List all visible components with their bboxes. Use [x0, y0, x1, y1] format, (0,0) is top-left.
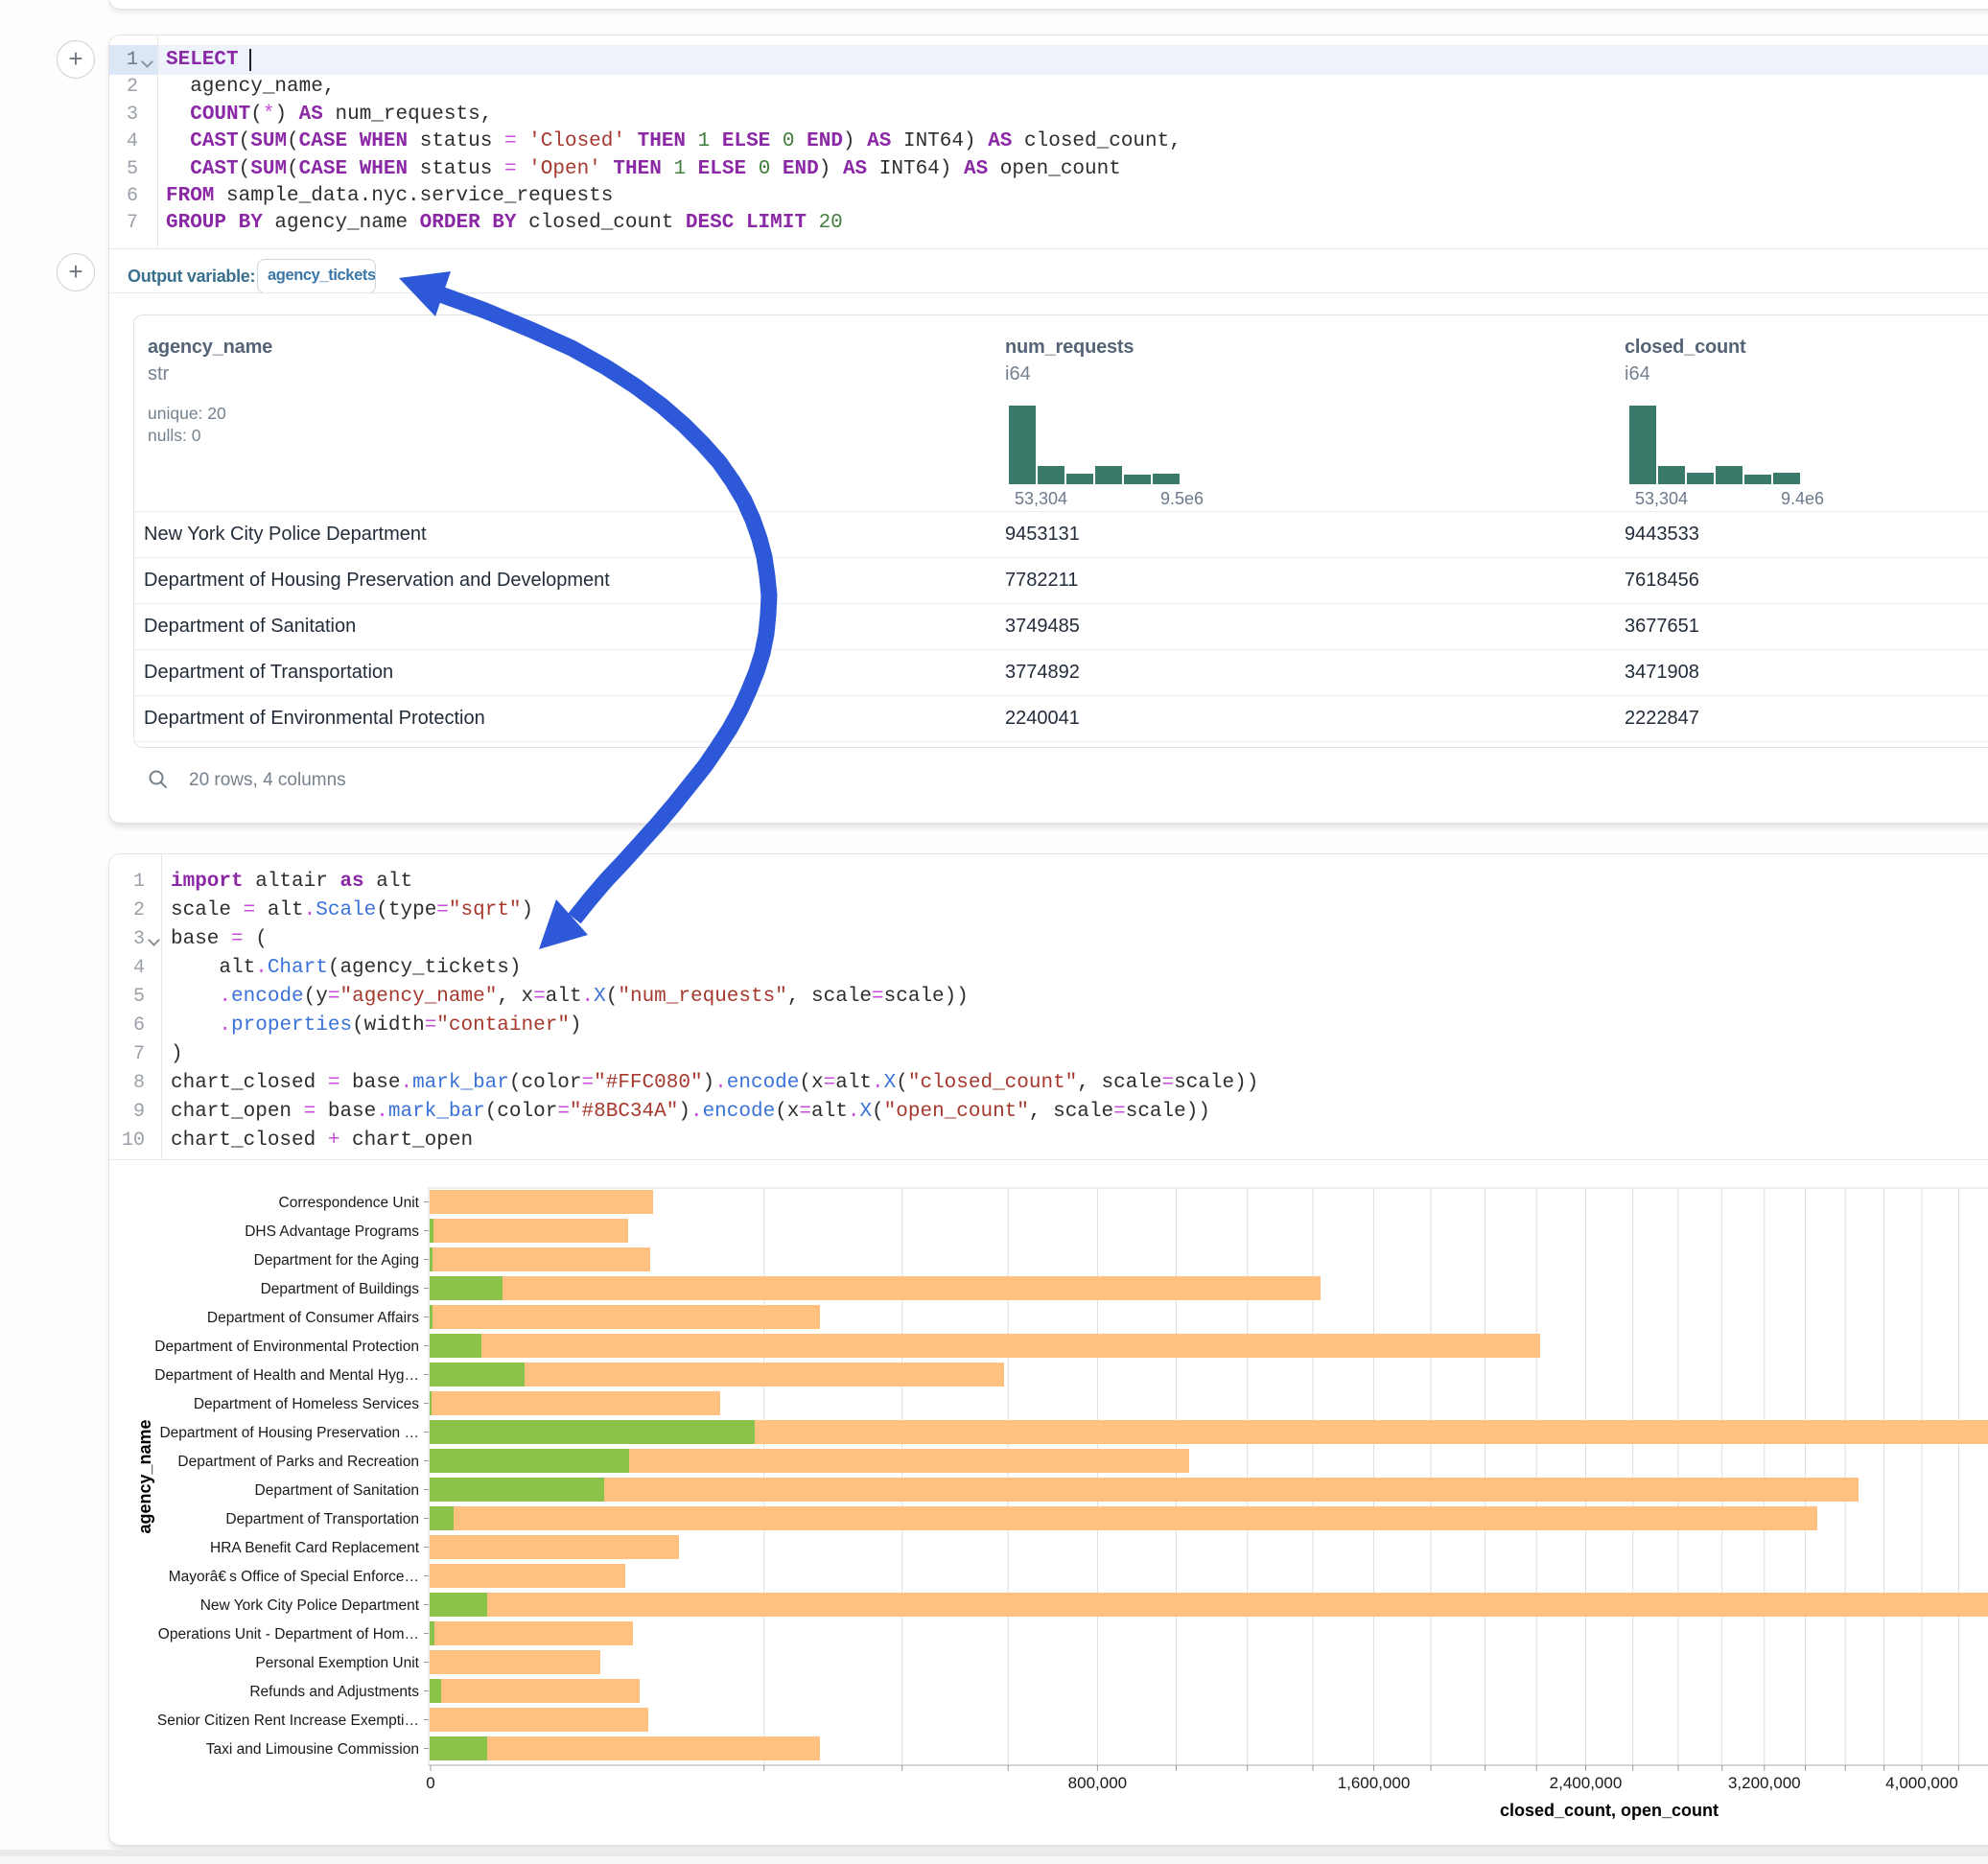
svg-text:2,400,000: 2,400,000 — [1550, 1774, 1623, 1792]
svg-text:1,600,000: 1,600,000 — [1338, 1774, 1411, 1792]
svg-text:Department of Homeless Service: Department of Homeless Services — [194, 1396, 419, 1412]
svg-text:3,200,000: 3,200,000 — [1728, 1774, 1801, 1792]
svg-text:Personal Exemption Unit: Personal Exemption Unit — [255, 1655, 419, 1671]
svg-text:Department of Transportation: Department of Transportation — [225, 1511, 419, 1527]
svg-text:Department of Environmental Pr: Department of Environmental Protection — [154, 1339, 419, 1355]
svg-text:Department of Buildings: Department of Buildings — [261, 1281, 420, 1297]
svg-text:Department of Consumer Affairs: Department of Consumer Affairs — [207, 1310, 419, 1326]
svg-text:0: 0 — [426, 1774, 434, 1792]
svg-text:Correspondence Unit: Correspondence Unit — [279, 1195, 420, 1211]
svg-text:Department of Sanitation: Department of Sanitation — [255, 1482, 419, 1499]
svg-text:4,000,000: 4,000,000 — [1885, 1774, 1958, 1792]
svg-text:agency_name: agency_name — [135, 1419, 154, 1533]
svg-text:Department of Health and Menta: Department of Health and Mental Hyg… — [154, 1367, 419, 1384]
svg-text:Department of Parks and Recrea: Department of Parks and Recreation — [177, 1454, 419, 1470]
svg-text:Department of Housing Preserva: Department of Housing Preservation … — [159, 1425, 419, 1441]
svg-text:Operations Unit - Department o: Operations Unit - Department of Hom… — [158, 1626, 419, 1643]
svg-text:Refunds and Adjustments: Refunds and Adjustments — [249, 1684, 419, 1700]
svg-text:HRA Benefit Card Replacement: HRA Benefit Card Replacement — [210, 1540, 420, 1556]
svg-text:DHS Advantage Programs: DHS Advantage Programs — [245, 1223, 419, 1240]
svg-text:Senior Citizen Rent Increase E: Senior Citizen Rent Increase Exempti… — [157, 1713, 419, 1729]
svg-text:800,000: 800,000 — [1068, 1774, 1127, 1792]
svg-text:Taxi and Limousine Commission: Taxi and Limousine Commission — [206, 1741, 419, 1758]
svg-text:closed_count, open_count: closed_count, open_count — [1500, 1801, 1719, 1820]
svg-text:New York City Police Departmen: New York City Police Department — [200, 1597, 420, 1614]
svg-text:Mayorâ€ s Office of Special En: Mayorâ€ s Office of Special Enforce… — [169, 1569, 419, 1585]
svg-text:Department for the Aging: Department for the Aging — [254, 1252, 419, 1269]
